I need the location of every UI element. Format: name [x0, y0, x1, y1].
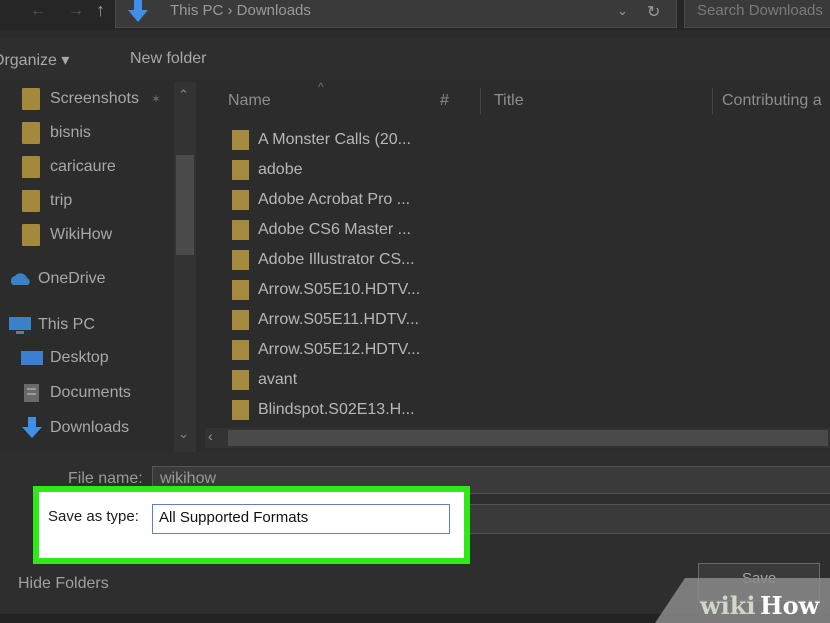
folder-icon — [232, 250, 249, 270]
nav-item-caricaure[interactable]: caricaure — [22, 156, 116, 178]
forward-arrow-icon[interactable]: → — [68, 2, 84, 20]
sort-ascending-icon: ^ — [318, 80, 324, 94]
nav-item-screenshots[interactable]: Screenshots ✶ — [22, 88, 161, 110]
file-name: Blindspot.S02E13.H... — [258, 401, 415, 418]
folder-icon — [232, 190, 249, 210]
nav-item-label: OneDrive — [38, 270, 106, 287]
nav-item-label: Screenshots — [50, 90, 139, 107]
download-icon — [22, 417, 42, 438]
file-name: A Monster Calls (20... — [258, 131, 411, 148]
nav-item-label: caricaure — [50, 158, 116, 175]
list-item[interactable]: A Monster Calls (20... — [232, 130, 411, 150]
file-name: Adobe Acrobat Pro ... — [258, 191, 411, 208]
folder-icon — [22, 88, 40, 110]
desktop-icon — [21, 351, 43, 365]
search-placeholder: Search Downloads — [697, 2, 823, 19]
column-number[interactable]: # — [440, 92, 449, 110]
column-divider — [712, 88, 713, 114]
list-item[interactable]: Arrow.S05E11.HDTV... — [232, 310, 419, 330]
folder-icon — [232, 160, 249, 180]
svg-text:wiki: wiki — [699, 591, 756, 620]
nav-item-downloads[interactable]: Downloads — [20, 417, 129, 439]
folder-icon — [22, 156, 40, 178]
scroll-left-arrow-icon[interactable]: ‹ — [208, 428, 213, 444]
folder-icon — [22, 224, 40, 246]
back-arrow-icon[interactable]: ← — [30, 2, 46, 20]
folder-icon — [232, 400, 249, 420]
list-item[interactable]: Blindspot.S02E13.H... — [232, 400, 415, 420]
column-divider — [480, 88, 481, 114]
nav-item-documents[interactable]: Documents — [20, 383, 131, 403]
folder-icon — [232, 130, 249, 150]
nav-item-label: WikiHow — [50, 226, 113, 243]
organize-button[interactable]: Organize ▾ — [0, 50, 69, 70]
address-path: This PC › Downloads — [170, 2, 311, 19]
computer-icon — [9, 317, 31, 334]
file-name: adobe — [258, 161, 303, 178]
list-item[interactable]: Adobe CS6 Master ... — [232, 220, 411, 240]
list-item[interactable]: Adobe Illustrator CS... — [232, 250, 415, 270]
column-name[interactable]: Name — [228, 92, 271, 110]
list-item[interactable]: Arrow.S05E12.HDTV... — [232, 340, 420, 360]
list-item[interactable]: adobe — [232, 160, 303, 180]
nav-item-onedrive[interactable]: OneDrive — [8, 270, 106, 288]
address-dropdown-icon[interactable]: ⌄ — [617, 3, 628, 19]
folder-icon — [232, 310, 249, 330]
column-title[interactable]: Title — [494, 92, 524, 110]
download-arrow-icon — [128, 0, 148, 22]
hide-folders-button[interactable]: Hide Folders — [18, 575, 109, 593]
folder-icon — [232, 340, 249, 360]
list-item[interactable]: avant — [232, 370, 297, 390]
scroll-down-arrow-icon[interactable]: ⌄ — [178, 426, 189, 442]
nav-item-trip[interactable]: trip — [22, 190, 72, 212]
cloud-icon — [10, 273, 30, 285]
nav-item-this-pc[interactable]: This PC — [8, 315, 95, 335]
folder-icon — [232, 280, 249, 300]
pin-icon: ✶ — [150, 92, 161, 106]
horizontal-scrollbar-thumb[interactable] — [228, 430, 828, 446]
list-item[interactable]: Adobe Acrobat Pro ... — [232, 190, 410, 210]
save-as-type-dropdown-extension[interactable] — [464, 504, 830, 534]
folder-icon — [232, 220, 249, 240]
nav-item-wikihow[interactable]: WikiHow — [22, 224, 112, 246]
list-item[interactable]: Arrow.S05E10.HDTV... — [232, 280, 420, 300]
file-name: Adobe CS6 Master ... — [258, 221, 411, 238]
nav-item-label: Documents — [50, 384, 131, 401]
column-contributing-artists[interactable]: Contributing a — [722, 92, 822, 110]
nav-scrollbar-thumb[interactable] — [176, 155, 194, 255]
scroll-up-arrow-icon[interactable]: ⌃ — [178, 87, 189, 103]
folder-icon — [232, 370, 249, 390]
nav-item-label: trip — [50, 192, 73, 209]
nav-item-bisnis[interactable]: bisnis — [22, 122, 91, 144]
file-name: avant — [258, 371, 298, 388]
nav-item-desktop[interactable]: Desktop — [20, 349, 109, 367]
up-arrow-icon[interactable]: ↑ — [96, 0, 105, 21]
nav-item-label: Downloads — [50, 419, 130, 436]
nav-item-label: bisnis — [50, 124, 91, 141]
save-as-type-label: Save as type: — [48, 508, 139, 525]
file-name: Arrow.S05E12.HDTV... — [258, 341, 421, 358]
svg-text:How: How — [760, 591, 821, 620]
folder-icon — [22, 190, 40, 212]
file-name: Adobe Illustrator CS... — [258, 251, 415, 268]
nav-item-label: This PC — [38, 316, 95, 333]
save-as-type-value: All Supported Formats — [159, 509, 309, 526]
document-icon — [24, 384, 39, 402]
folder-icon — [22, 122, 40, 144]
toolbar — [0, 38, 830, 80]
wikihow-watermark-logo: wiki How — [655, 578, 830, 623]
nav-scrollbar[interactable] — [174, 82, 196, 452]
new-folder-button[interactable]: New folder — [130, 50, 206, 68]
file-name: Arrow.S05E10.HDTV... — [258, 281, 421, 298]
nav-item-label: Desktop — [50, 349, 109, 366]
file-name: Arrow.S05E11.HDTV... — [258, 311, 419, 328]
refresh-icon[interactable]: ↻ — [647, 2, 660, 22]
